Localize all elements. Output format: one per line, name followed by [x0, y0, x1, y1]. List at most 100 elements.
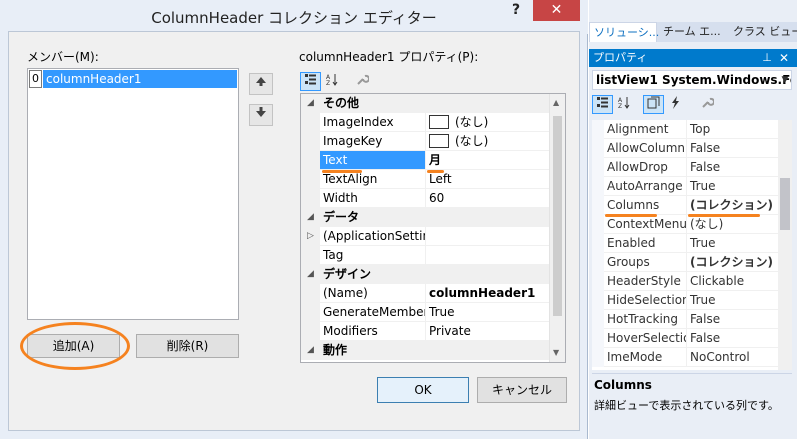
property-value[interactable]: Private — [425, 322, 549, 341]
property-name: AllowDrop — [604, 158, 686, 177]
pin-icon[interactable]: ⊥ — [760, 49, 774, 67]
property-row[interactable]: Enabled True — [592, 234, 778, 253]
property-value[interactable]: False — [686, 139, 778, 158]
property-value[interactable]: True — [686, 234, 778, 253]
property-value[interactable]: (なし) — [425, 132, 549, 151]
property-value[interactable] — [425, 246, 549, 265]
cancel-button[interactable]: キャンセル — [477, 377, 567, 403]
property-value[interactable]: (なし) — [425, 113, 549, 132]
property-row[interactable]: Width 60 — [301, 189, 549, 208]
image-preview-icon — [429, 115, 449, 129]
property-value[interactable]: True — [686, 177, 778, 196]
move-up-button[interactable] — [249, 73, 273, 95]
property-name: ImageIndex — [320, 113, 425, 132]
collapse-icon[interactable]: ◢ — [301, 208, 320, 227]
scroll-down-icon[interactable]: ▼ — [553, 348, 559, 357]
property-row-text[interactable]: Text 月 — [301, 151, 549, 170]
alphabetical-view-button[interactable]: AZ — [322, 72, 343, 91]
property-value[interactable]: Clickable — [686, 272, 778, 291]
property-row[interactable]: ContextMenu (なし) — [592, 215, 778, 234]
property-row[interactable]: GenerateMember True — [301, 303, 549, 322]
property-value[interactable]: False — [686, 158, 778, 177]
property-row[interactable]: ▷ (ApplicationSettin — [301, 227, 549, 246]
property-row[interactable]: ImageIndex (なし) — [301, 113, 549, 132]
dialog-title: ColumnHeader コレクション エディター — [151, 9, 437, 27]
category-row[interactable]: ◢ その他 — [301, 94, 549, 113]
panel-scroll-thumb[interactable] — [780, 178, 790, 230]
categorized-view-button[interactable] — [300, 72, 321, 91]
members-list[interactable]: 0 columnHeader1 — [27, 68, 239, 320]
expand-icon[interactable]: ▷ — [301, 227, 320, 246]
property-row-columns[interactable]: Columns (コレクション) — [592, 196, 778, 215]
property-value[interactable]: 月 — [425, 151, 549, 170]
property-row[interactable]: HideSelection True — [592, 291, 778, 310]
close-button[interactable]: ✕ — [533, 0, 580, 21]
properties-view-button[interactable] — [643, 95, 664, 114]
collapse-icon[interactable]: ◢ — [301, 94, 320, 113]
property-value[interactable]: False — [686, 329, 778, 348]
property-grid[interactable]: ◢ その他 ImageIndex (なし) ImageKey (なし) Text… — [300, 93, 566, 363]
category-row[interactable]: ◢ データ — [301, 208, 549, 227]
events-view-button[interactable] — [665, 95, 686, 114]
object-selector[interactable]: listView1 System.Windows.Fo — [592, 70, 792, 90]
property-row[interactable]: AutoArrange True — [592, 177, 778, 196]
property-value[interactable]: True — [686, 291, 778, 310]
ok-button[interactable]: OK — [377, 377, 469, 403]
property-value[interactable]: NoControl — [686, 348, 778, 367]
panel-property-grid[interactable]: Alignment Top AllowColumnR False AllowDrop… — [592, 120, 792, 370]
scroll-thumb[interactable] — [553, 116, 562, 316]
dialog-titlebar: ColumnHeader コレクション エディター ? ✕ — [0, 0, 588, 34]
category-label: デザイン — [320, 265, 549, 284]
property-grid-scrollbar[interactable]: ▲ ▼ — [549, 94, 565, 362]
property-value[interactable]: 60 — [425, 189, 549, 208]
properties-label: columnHeader1 プロパティ(P): — [299, 50, 479, 64]
property-name: Modifiers — [320, 322, 425, 341]
property-row[interactable]: Alignment Top — [592, 120, 778, 139]
property-row[interactable]: Groups (コレクション) — [592, 253, 778, 272]
tab-solution-explorer[interactable]: ソリューシ... — [589, 22, 659, 42]
property-row[interactable]: AllowColumnR False — [592, 139, 778, 158]
move-down-button[interactable] — [249, 104, 273, 126]
property-value[interactable]: (コレクション) — [686, 196, 778, 215]
property-row[interactable]: (Name) columnHeader1 — [301, 284, 549, 303]
property-value[interactable]: False — [686, 310, 778, 329]
property-value[interactable]: True — [425, 303, 549, 322]
image-preview-icon — [429, 134, 449, 148]
property-value[interactable]: (なし) — [686, 215, 778, 234]
chevron-down-icon[interactable]: ▼ — [778, 71, 792, 89]
category-row[interactable]: ◢ デザイン — [301, 265, 549, 284]
property-pages-button[interactable] — [352, 72, 373, 91]
remove-button[interactable]: 削除(R) — [136, 334, 239, 358]
alphabetical-view-button[interactable]: AZ — [614, 95, 635, 114]
panel-scrollbar[interactable] — [778, 120, 792, 370]
property-row[interactable]: HotTracking False — [592, 310, 778, 329]
description-pane: Columns 詳細ビューで表示されている列です。 — [592, 373, 792, 433]
property-value[interactable]: Left — [425, 170, 549, 189]
tab-class-view[interactable]: クラス ビュー — [729, 22, 797, 42]
property-value[interactable]: Top — [686, 120, 778, 139]
property-row[interactable]: HoverSelectio False — [592, 329, 778, 348]
tab-team-explorer[interactable]: チーム エ... — [659, 22, 727, 42]
property-row[interactable]: AllowDrop False — [592, 158, 778, 177]
scroll-up-icon[interactable]: ▲ — [553, 98, 559, 107]
categorized-view-button[interactable] — [592, 95, 613, 114]
close-icon[interactable]: ✕ — [777, 49, 791, 67]
collapse-icon[interactable]: ◢ — [301, 341, 320, 360]
property-name: Columns — [604, 196, 686, 215]
property-row[interactable]: ImeMode NoControl — [592, 348, 778, 367]
member-name: columnHeader1 — [43, 70, 237, 88]
property-row[interactable]: Tag — [301, 246, 549, 265]
property-pages-button[interactable] — [697, 95, 718, 114]
property-value[interactable] — [425, 227, 549, 246]
description-title: Columns — [594, 378, 652, 392]
property-row[interactable]: HeaderStyle Clickable — [592, 272, 778, 291]
collapse-icon[interactable]: ◢ — [301, 265, 320, 284]
category-row[interactable]: ◢ 動作 — [301, 341, 549, 360]
list-item[interactable]: 0 columnHeader1 — [29, 70, 237, 88]
property-value[interactable]: (コレクション) — [686, 253, 778, 272]
property-row[interactable]: Modifiers Private — [301, 322, 549, 341]
property-value[interactable]: columnHeader1 — [425, 284, 549, 303]
property-row[interactable]: ImageKey (なし) — [301, 132, 549, 151]
help-button[interactable]: ? — [505, 2, 527, 22]
property-name: ContextMenu — [604, 215, 686, 234]
